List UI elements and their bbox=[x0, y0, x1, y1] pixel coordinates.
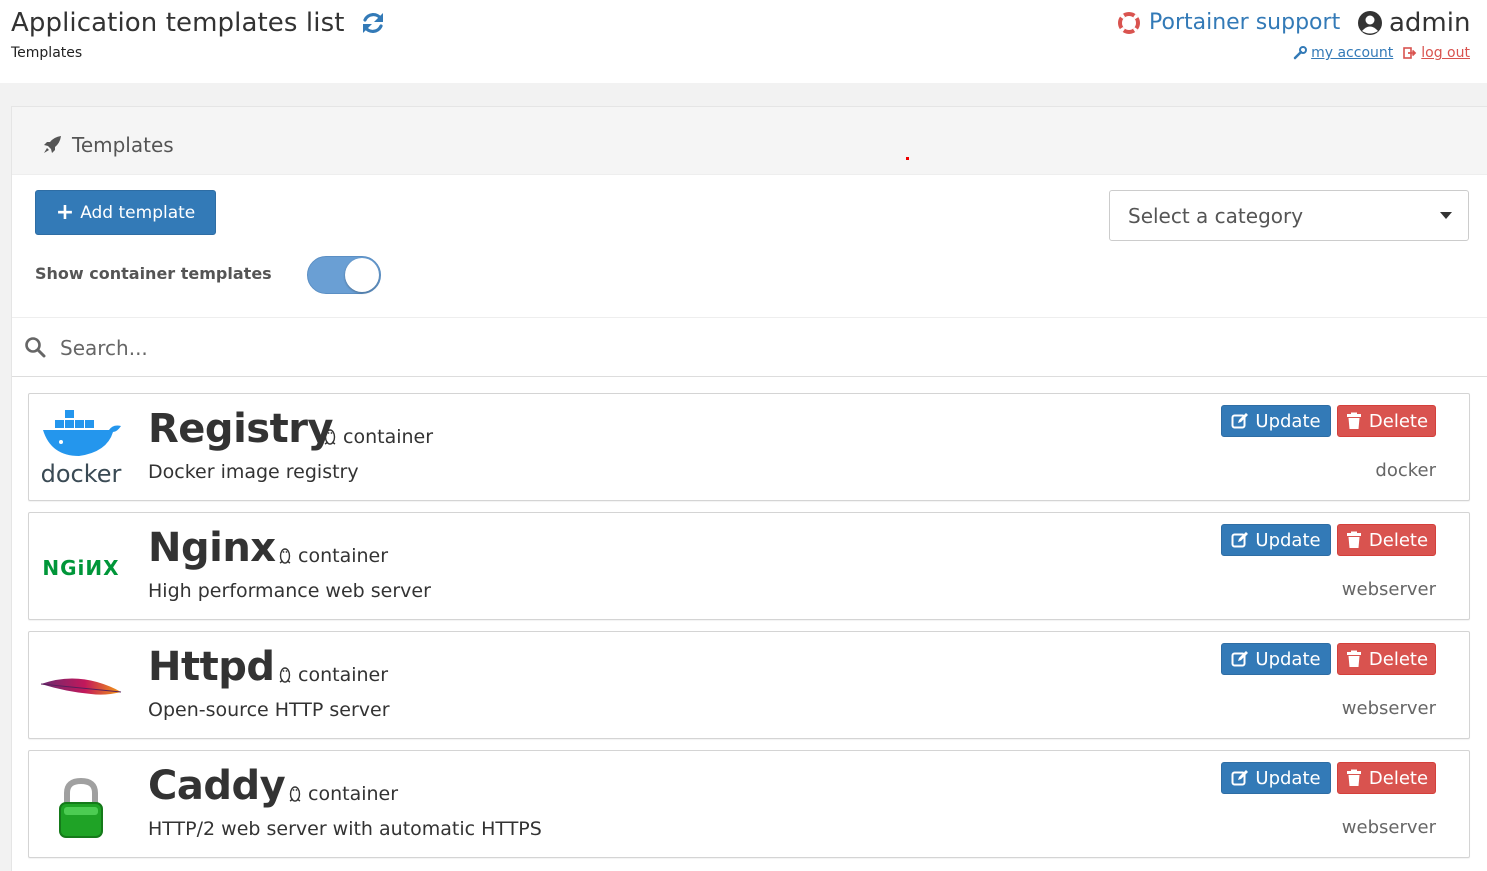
delete-label: Delete bbox=[1368, 648, 1429, 670]
user-circle-icon bbox=[1358, 11, 1382, 35]
template-category: webserver bbox=[1341, 698, 1436, 719]
template-type: container bbox=[323, 426, 433, 448]
support-label: Portainer support bbox=[1149, 10, 1341, 35]
update-label: Update bbox=[1255, 410, 1321, 432]
edit-icon bbox=[1231, 770, 1249, 786]
add-template-button[interactable]: + Add template bbox=[35, 190, 216, 235]
update-button[interactable]: Update bbox=[1221, 643, 1331, 675]
my-account-label: my account bbox=[1311, 45, 1394, 61]
panel-title: Templates bbox=[42, 133, 174, 157]
my-account-link[interactable]: my account bbox=[1293, 45, 1393, 61]
user-block: admin bbox=[1357, 8, 1470, 38]
delete-label: Delete bbox=[1368, 767, 1429, 789]
nginx-logo: NGiИX bbox=[42, 556, 119, 580]
template-category: docker bbox=[1375, 460, 1436, 481]
template-type-label: container bbox=[343, 426, 434, 448]
svg-text:NGiИX: NGiИX bbox=[42, 556, 119, 580]
page-title-row: Application templates list bbox=[11, 8, 387, 38]
search-bar bbox=[12, 317, 1487, 377]
update-button[interactable]: Update bbox=[1221, 405, 1331, 437]
template-category: webserver bbox=[1341, 579, 1436, 600]
plus-icon: + bbox=[55, 199, 75, 225]
top-bar: Application templates list Templates Por… bbox=[0, 0, 1487, 83]
show-container-templates-toggle[interactable] bbox=[307, 256, 381, 294]
template-type-label: container bbox=[308, 783, 399, 805]
account-links: my account log out bbox=[1293, 45, 1470, 61]
search-icon bbox=[25, 337, 46, 358]
template-type: container bbox=[278, 545, 388, 567]
linux-icon bbox=[279, 548, 291, 564]
portainer-support-link[interactable]: Portainer support bbox=[1118, 10, 1340, 35]
search-input[interactable] bbox=[60, 330, 960, 366]
linux-icon bbox=[279, 667, 291, 683]
stray-dot bbox=[906, 157, 909, 160]
wrench-icon bbox=[1293, 46, 1308, 60]
trash-icon bbox=[1346, 412, 1361, 429]
username: admin bbox=[1389, 8, 1471, 38]
template-name: Httpd bbox=[148, 644, 275, 690]
delete-label: Delete bbox=[1368, 410, 1429, 432]
delete-button[interactable]: Delete bbox=[1337, 643, 1436, 675]
toggle-knob bbox=[345, 258, 379, 292]
rocket-icon bbox=[44, 136, 61, 153]
panel-title-text: Templates bbox=[72, 133, 174, 157]
category-placeholder: Select a category bbox=[1128, 203, 1304, 228]
template-category: webserver bbox=[1341, 817, 1436, 838]
delete-button[interactable]: Delete bbox=[1337, 524, 1436, 556]
template-description: Docker image registry bbox=[148, 461, 359, 483]
edit-icon bbox=[1231, 532, 1249, 548]
template-item-nginx[interactable]: NGiИX Nginx container High performance w… bbox=[28, 512, 1470, 620]
template-description: High performance web server bbox=[148, 580, 431, 602]
padlock-logo bbox=[59, 777, 103, 838]
delete-button[interactable]: Delete bbox=[1337, 405, 1436, 437]
svg-text:docker: docker bbox=[41, 460, 122, 488]
panel-heading: Templates bbox=[12, 107, 1487, 175]
delete-button[interactable]: Delete bbox=[1337, 762, 1436, 794]
breadcrumb: Templates bbox=[11, 45, 83, 61]
trash-icon bbox=[1346, 769, 1361, 786]
template-item-httpd[interactable]: Httpd container Open-source HTTP server … bbox=[28, 631, 1470, 739]
apache-feather-logo bbox=[40, 678, 122, 695]
template-item-registry[interactable]: docker Registry container Docker image r… bbox=[28, 393, 1470, 501]
edit-icon bbox=[1231, 651, 1249, 667]
update-button[interactable]: Update bbox=[1221, 524, 1331, 556]
update-label: Update bbox=[1255, 529, 1321, 551]
sign-out-icon bbox=[1403, 47, 1417, 59]
template-name: Caddy bbox=[148, 763, 286, 809]
delete-label: Delete bbox=[1368, 529, 1429, 551]
page-title: Application templates list bbox=[11, 8, 345, 38]
log-out-link[interactable]: log out bbox=[1403, 45, 1470, 61]
category-select[interactable]: Select a category bbox=[1109, 190, 1469, 241]
trash-icon bbox=[1346, 531, 1361, 548]
template-type: container bbox=[288, 783, 398, 805]
docker-logo: docker bbox=[41, 410, 122, 488]
template-type: container bbox=[278, 664, 388, 686]
update-label: Update bbox=[1255, 648, 1321, 670]
log-out-label: log out bbox=[1421, 45, 1470, 61]
templates-panel: Templates + Add template Select a catego… bbox=[11, 106, 1487, 871]
lifebuoy-icon bbox=[1118, 11, 1140, 34]
update-label: Update bbox=[1255, 767, 1321, 789]
template-type-label: container bbox=[298, 664, 389, 686]
template-description: Open-source HTTP server bbox=[148, 699, 390, 721]
linux-icon bbox=[289, 786, 301, 802]
template-description: HTTP/2 web server with automatic HTTPS bbox=[148, 818, 542, 840]
template-name: Nginx bbox=[148, 525, 276, 571]
edit-icon bbox=[1231, 413, 1249, 429]
show-container-templates-label: Show container templates bbox=[35, 264, 272, 283]
linux-icon bbox=[324, 429, 336, 445]
template-name: Registry bbox=[148, 406, 334, 452]
caret-down-icon bbox=[1440, 212, 1452, 219]
template-item-caddy[interactable]: Caddy container HTTP/2 web server with a… bbox=[28, 750, 1470, 858]
add-template-label: Add template bbox=[80, 202, 196, 223]
template-type-label: container bbox=[298, 545, 389, 567]
update-button[interactable]: Update bbox=[1221, 762, 1331, 794]
refresh-icon[interactable] bbox=[359, 9, 387, 37]
trash-icon bbox=[1346, 650, 1361, 667]
